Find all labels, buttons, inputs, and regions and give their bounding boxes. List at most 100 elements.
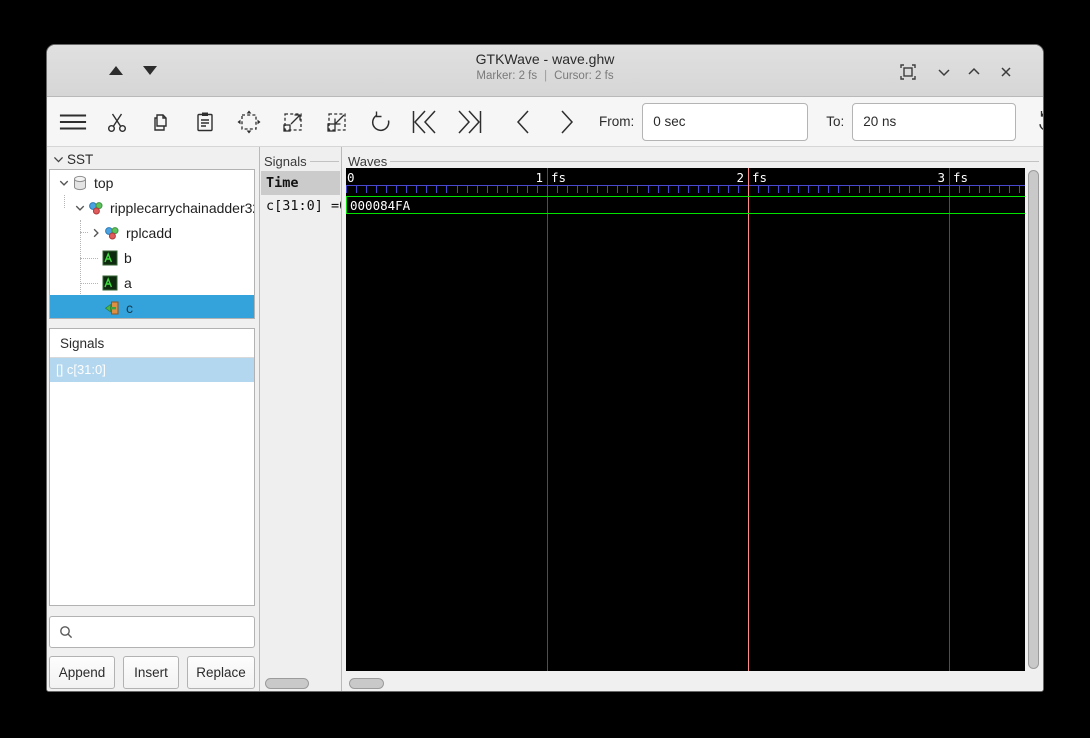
tick-mark [406,185,407,193]
window-title: GTKWave - wave.ghw [475,51,615,67]
fullscreen-icon[interactable] [895,59,921,85]
toolbar: From: To: [47,97,1043,147]
replace-button[interactable]: Replace [187,656,255,689]
tree-item-a[interactable]: a [50,270,254,295]
tick-mark [617,185,618,193]
tick-mark [467,185,468,193]
zoom-fit-icon[interactable] [235,108,263,136]
tick-mark [768,185,769,193]
tree-item-label: ripplecarrychainadder32 [110,199,255,216]
grid-line [547,168,548,671]
tree-item-b[interactable]: b [50,245,254,270]
prev-edge-icon[interactable] [509,108,537,136]
tick-mark [658,185,659,193]
skip-to-end-icon[interactable] [455,108,483,136]
waves-vscrollbar[interactable] [1028,170,1041,669]
tick-mark [708,185,709,193]
append-button[interactable]: Append [49,656,115,689]
tick-mark [969,185,970,193]
timescale-unit: fs [953,170,969,185]
marker-cursor-status: Marker: 2 fs | Cursor: 2 fs [476,70,614,82]
waves-hscrollbar[interactable] [349,678,384,689]
to-input[interactable] [852,102,1017,141]
skip-to-start-icon[interactable] [411,108,439,136]
signal-search-input[interactable] [49,616,255,648]
copy-icon[interactable] [147,108,175,136]
tick-mark [587,185,588,193]
close-icon[interactable] [993,59,1019,85]
module-icon [88,200,105,216]
tree-item-label: top [94,174,114,191]
tree-item-label: c [126,299,133,316]
tick-mark [547,185,548,193]
main-content: SST top ripplecarrychainadder32 rplcadd … [47,147,1043,691]
tick-mark [356,185,357,193]
expander-closed-icon[interactable] [88,225,104,241]
tick-mark [426,185,427,193]
tick-mark [859,185,860,193]
next-edge-icon[interactable] [553,108,581,136]
tree-item-c[interactable]: c [50,295,254,318]
from-input[interactable] [642,102,809,141]
from-label: From: [599,114,635,129]
tick-mark [637,185,638,193]
expander-open-icon[interactable] [72,200,88,216]
tick-mark [648,185,649,193]
tick-mark [577,185,578,193]
signals-list-header: Signals [50,329,254,358]
zoom-out-icon[interactable] [323,108,351,136]
tick-mark [527,185,528,193]
tick-mark [909,185,910,193]
tree-item-ripplecarrychainadder32[interactable]: ripplecarrychainadder32 [50,195,254,220]
chevron-down-icon [53,157,64,163]
port-out-icon [104,300,121,316]
tree-item-label: a [124,274,132,291]
signals-list-panel: Signals [] c[31:0] [49,328,255,606]
insert-button[interactable]: Insert [123,656,179,689]
tick-mark [828,185,829,193]
tick-mark [758,185,759,193]
tree-item-top[interactable]: top [50,170,254,195]
paste-icon[interactable] [191,108,219,136]
titlebar[interactable]: GTKWave - wave.ghw Marker: 2 fs | Cursor: … [47,45,1043,97]
tick-mark [899,185,900,193]
tick-mark [517,185,518,193]
tick-mark [346,185,347,193]
tree-item-label: rplcadd [126,224,172,241]
tick-mark [949,185,950,193]
tick-mark [436,185,437,193]
menu-icon[interactable] [59,108,87,136]
signals-frame-label: Signals [264,154,339,169]
waves-frame-label: Waves [348,154,1039,169]
signal-value-row[interactable]: c[31:0] =000084FA [261,195,341,218]
waves-vscrollbar-thumb[interactable] [1028,170,1039,669]
sst-header[interactable]: SST [52,152,93,167]
time-header[interactable]: Time [261,171,340,195]
minimize-icon[interactable] [931,59,957,85]
signal-icon [102,250,119,266]
expander-open-icon[interactable] [56,175,72,191]
marker-status: Marker: 2 fs [476,70,538,82]
zoom-in-icon[interactable] [279,108,307,136]
maximize-icon[interactable] [961,59,987,85]
wave-canvas[interactable]: 0 1 fs 2 fs 3 fs 000084FA [346,168,1025,671]
tick-mark [879,185,880,193]
marker-line[interactable] [748,168,749,671]
reload-icon[interactable] [1034,108,1043,136]
tree-item-rplcadd[interactable]: rplcadd [50,220,254,245]
tick-mark [668,185,669,193]
tick-mark [989,185,990,193]
cut-icon[interactable] [103,108,131,136]
grid-line [949,168,950,671]
signals-hscrollbar[interactable] [265,678,309,689]
tick-mark [818,185,819,193]
tick-mark [798,185,799,193]
tick-mark [999,185,1000,193]
tick-mark [396,185,397,193]
sst-tree: top ripplecarrychainadder32 rplcadd b a … [49,169,255,319]
signals-list-item[interactable]: [] c[31:0] [50,358,254,382]
timescale-unit: fs [752,170,768,185]
tick-mark [557,185,558,193]
undo-icon[interactable] [367,108,395,136]
tick-mark [537,185,538,193]
